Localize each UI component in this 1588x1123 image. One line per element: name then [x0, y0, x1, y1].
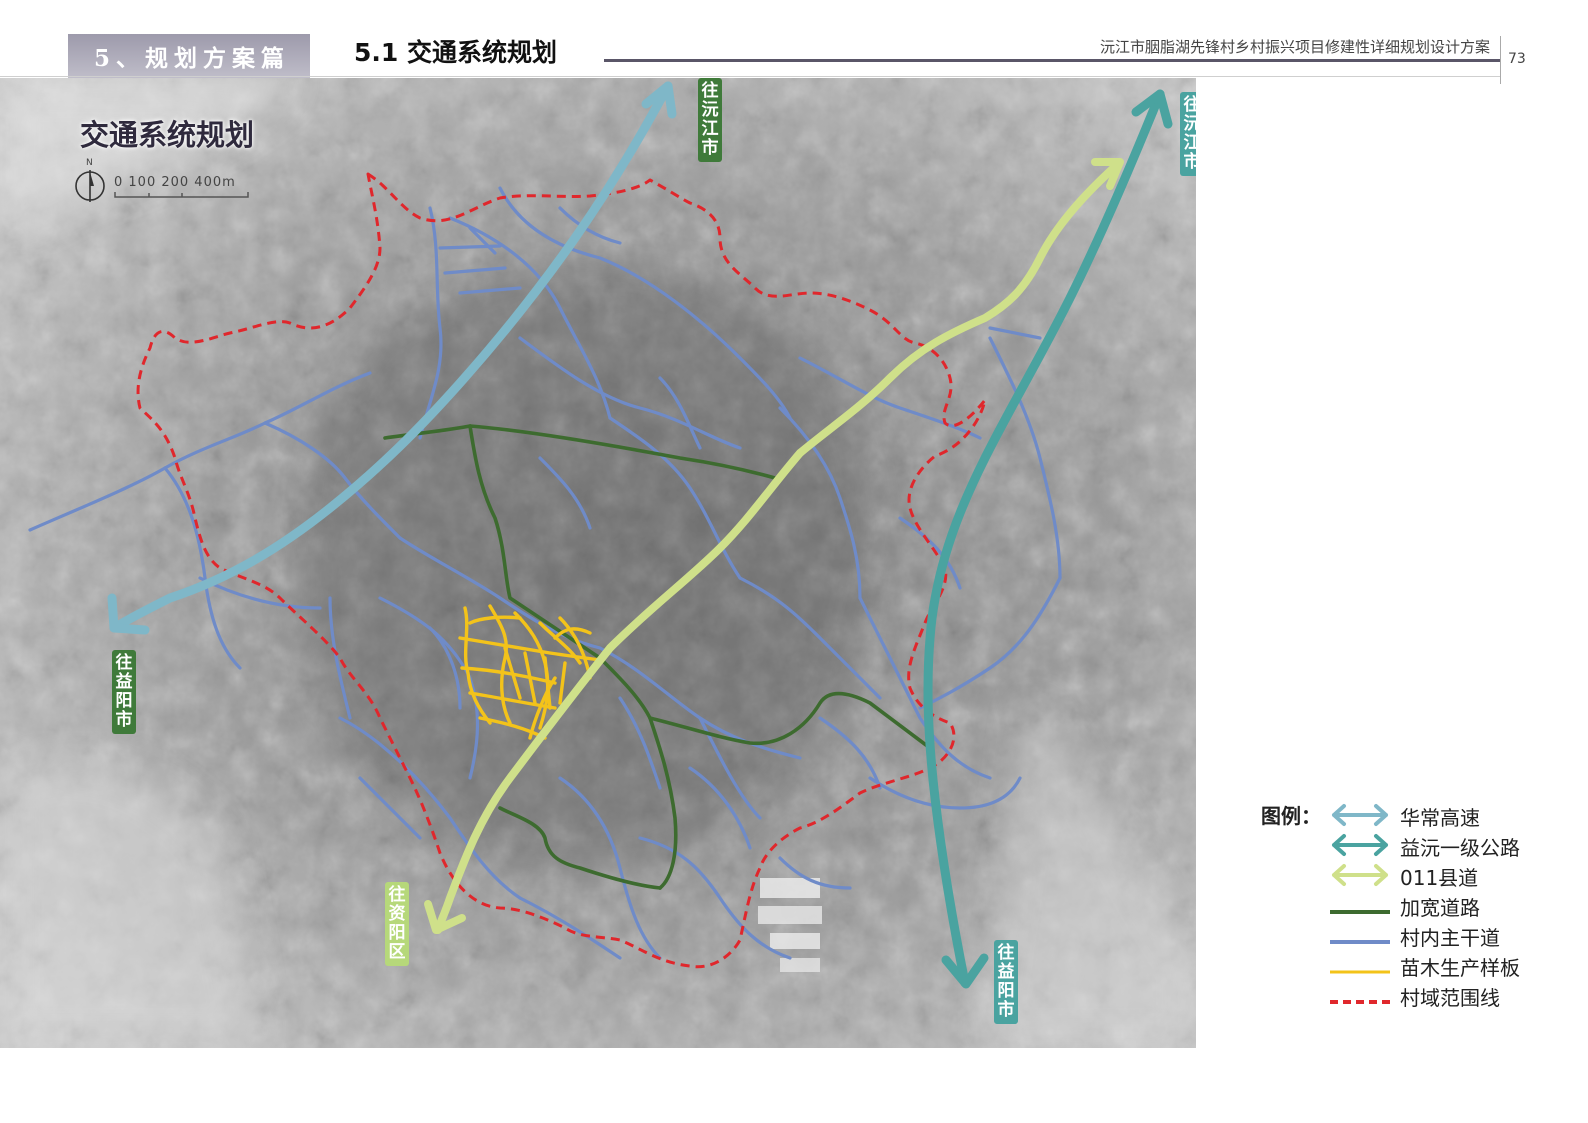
traffic-map: [0, 78, 1196, 1048]
legend-label: 苗木生产样板: [1400, 956, 1520, 980]
double-arrow-icon: [1332, 834, 1388, 856]
double-arrow-icon: [1332, 804, 1388, 826]
line-swatch-icon: [1330, 910, 1390, 914]
section-tab: 5、规划方案篇: [68, 34, 310, 78]
scale-bar: 0 100 200 400m: [114, 175, 236, 190]
scale-bar-line: [114, 192, 249, 198]
line-swatch-icon: [1330, 940, 1390, 944]
map-title: 交通系统规划: [80, 118, 255, 152]
legend-label: 益沅一级公路: [1400, 836, 1520, 860]
document-title: 沅江市胭脂湖先锋村乡村振兴项目修建性详细规划设计方案: [1099, 38, 1490, 56]
dashed-line-swatch-icon: [1330, 1000, 1390, 1004]
legend-title: 图例：: [1261, 804, 1321, 828]
double-arrow-icon: [1332, 864, 1388, 886]
north-label: N: [86, 158, 93, 168]
page-title: 5.1 交通系统规划: [354, 38, 557, 67]
map-panel: 交通系统规划 N 0 100 200 400m 往沅江市 往沅江市 往益阳市 往…: [0, 78, 1196, 1048]
direction-label-yiyang-south: 往益阳市: [994, 940, 1018, 1024]
legend-label: 加宽道路: [1400, 896, 1480, 920]
header-divider: [604, 59, 1500, 62]
legend-item-county-road-011: 011县道: [1328, 860, 1578, 890]
legend-label: 村域范围线: [1400, 986, 1500, 1010]
legend-item-nursery-production: 苗木生产样板: [1328, 950, 1578, 980]
legend-label: 011县道: [1400, 866, 1479, 890]
direction-label-ziyang: 往资阳区: [385, 882, 409, 966]
header-vertical-divider: [1500, 36, 1501, 84]
legend-item-widened-road: 加宽道路: [1328, 890, 1578, 920]
legend-label: 华常高速: [1400, 806, 1480, 830]
direction-label-yuanjiang-north: 往沅江市: [698, 78, 722, 162]
legend-item-village-boundary: 村域范围线: [1328, 980, 1578, 1010]
legend-item-village-main-road: 村内主干道: [1328, 920, 1578, 950]
top-divider: [0, 76, 1500, 77]
direction-label-yiyang-west: 往益阳市: [112, 650, 136, 734]
direction-label-yuanjiang-northeast: 往沅江市: [1180, 92, 1196, 176]
north-arrow-icon: N: [75, 158, 105, 202]
legend-label: 村内主干道: [1400, 926, 1500, 950]
scale-label: 0 100 200 400m: [114, 175, 236, 190]
legend-item-huachang-expressway: 华常高速: [1328, 800, 1578, 830]
line-swatch-icon: [1330, 970, 1390, 974]
legend-item-yiyuan-highway: 益沅一级公路: [1328, 830, 1578, 860]
page-number: 73: [1508, 51, 1526, 67]
